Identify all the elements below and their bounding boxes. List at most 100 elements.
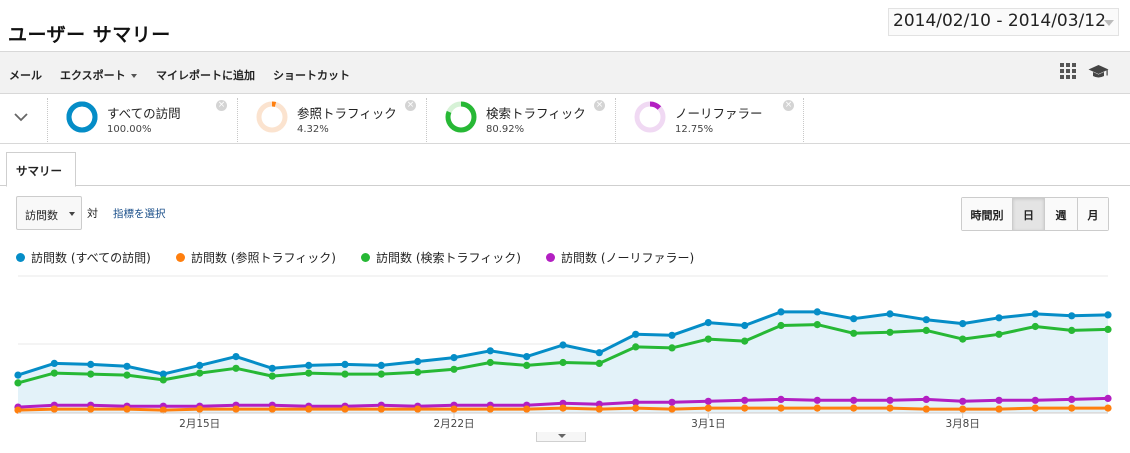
data-point[interactable]: [886, 396, 894, 404]
data-point[interactable]: [959, 320, 967, 328]
data-point[interactable]: [123, 405, 131, 413]
legend-item-all-visits[interactable]: 訪問数 (すべての訪問): [16, 249, 151, 266]
data-point[interactable]: [341, 405, 349, 413]
data-point[interactable]: [777, 395, 785, 403]
data-point[interactable]: [196, 361, 204, 369]
data-point[interactable]: [523, 405, 531, 413]
data-point[interactable]: [305, 361, 313, 369]
data-point[interactable]: [87, 405, 95, 413]
data-point[interactable]: [1031, 396, 1039, 404]
data-point[interactable]: [595, 349, 603, 357]
select-metric-link[interactable]: 指標を選択: [113, 206, 166, 221]
data-point[interactable]: [813, 404, 821, 412]
segment-referral-traffic[interactable]: 参照トラフィック 4.32% ×: [238, 94, 425, 144]
period-day-button[interactable]: 日: [1012, 198, 1044, 230]
data-point[interactable]: [704, 404, 712, 412]
data-point[interactable]: [850, 329, 858, 337]
period-hourly-button[interactable]: 時間別: [962, 198, 1012, 230]
close-icon[interactable]: ×: [783, 100, 794, 111]
data-point[interactable]: [850, 396, 858, 404]
data-point[interactable]: [813, 396, 821, 404]
data-point[interactable]: [87, 370, 95, 378]
data-point[interactable]: [777, 404, 785, 412]
data-point[interactable]: [1031, 404, 1039, 412]
data-point[interactable]: [414, 405, 422, 413]
data-point[interactable]: [813, 321, 821, 329]
date-range-dropdown-icon[interactable]: [1104, 20, 1114, 26]
data-point[interactable]: [741, 404, 749, 412]
data-point[interactable]: [1104, 394, 1112, 402]
data-point[interactable]: [414, 368, 422, 376]
data-point[interactable]: [450, 354, 458, 362]
data-point[interactable]: [741, 337, 749, 345]
data-point[interactable]: [50, 405, 58, 413]
data-point[interactable]: [850, 315, 858, 323]
data-point[interactable]: [1068, 326, 1076, 334]
data-point[interactable]: [959, 397, 967, 405]
data-point[interactable]: [995, 330, 1003, 338]
period-month-button[interactable]: 月: [1077, 198, 1108, 230]
data-point[interactable]: [87, 360, 95, 368]
date-range-selector[interactable]: 2014/02/10 - 2014/03/12: [888, 8, 1119, 36]
data-point[interactable]: [704, 397, 712, 405]
close-icon[interactable]: ×: [405, 100, 416, 111]
data-point[interactable]: [995, 405, 1003, 413]
data-point[interactable]: [377, 370, 385, 378]
segment-all-visits[interactable]: すべての訪問 100.00% ×: [48, 94, 236, 144]
data-point[interactable]: [341, 370, 349, 378]
data-point[interactable]: [850, 404, 858, 412]
data-point[interactable]: [450, 405, 458, 413]
segments-expand-chevron-icon[interactable]: [14, 110, 28, 124]
data-point[interactable]: [922, 326, 930, 334]
graduation-cap-icon[interactable]: [1088, 64, 1109, 80]
data-point[interactable]: [377, 405, 385, 413]
data-point[interactable]: [268, 405, 276, 413]
data-point[interactable]: [668, 405, 676, 413]
data-point[interactable]: [50, 369, 58, 377]
data-point[interactable]: [377, 361, 385, 369]
close-icon[interactable]: ×: [216, 100, 227, 111]
data-point[interactable]: [1068, 404, 1076, 412]
shortcut-button[interactable]: ショートカット: [273, 67, 350, 83]
data-point[interactable]: [995, 314, 1003, 322]
data-point[interactable]: [886, 328, 894, 336]
data-point[interactable]: [1104, 404, 1112, 412]
legend-item-search[interactable]: 訪問数 (検索トラフィック): [361, 249, 521, 266]
chart-resize-handle[interactable]: [536, 432, 586, 442]
tab-summary[interactable]: サマリー: [6, 152, 76, 187]
data-point[interactable]: [559, 404, 567, 412]
data-point[interactable]: [959, 335, 967, 343]
data-point[interactable]: [886, 404, 894, 412]
data-point[interactable]: [595, 405, 603, 413]
legend-item-direct[interactable]: 訪問数 (ノーリファラー): [546, 249, 694, 266]
data-point[interactable]: [704, 319, 712, 327]
data-point[interactable]: [668, 398, 676, 406]
data-point[interactable]: [632, 343, 640, 351]
data-point[interactable]: [741, 321, 749, 330]
data-point[interactable]: [159, 376, 167, 384]
data-point[interactable]: [1068, 312, 1076, 320]
data-point[interactable]: [995, 396, 1003, 404]
data-point[interactable]: [1104, 311, 1112, 319]
data-point[interactable]: [523, 353, 531, 361]
data-point[interactable]: [196, 369, 204, 377]
data-point[interactable]: [595, 359, 603, 367]
data-point[interactable]: [232, 353, 240, 361]
data-point[interactable]: [1031, 310, 1039, 318]
data-point[interactable]: [922, 316, 930, 324]
legend-item-referral[interactable]: 訪問数 (参照トラフィック): [175, 249, 336, 266]
metric-select[interactable]: 訪問数: [16, 196, 82, 230]
data-point[interactable]: [486, 347, 494, 355]
data-point[interactable]: [450, 365, 458, 373]
data-point[interactable]: [196, 405, 204, 413]
data-point[interactable]: [123, 362, 131, 370]
data-point[interactable]: [886, 310, 894, 318]
data-point[interactable]: [922, 395, 930, 403]
data-point[interactable]: [668, 331, 676, 339]
data-point[interactable]: [268, 364, 276, 372]
data-point[interactable]: [123, 371, 131, 379]
data-point[interactable]: [486, 405, 494, 413]
email-button[interactable]: メール: [9, 67, 42, 83]
data-point[interactable]: [486, 358, 494, 367]
segment-direct-traffic[interactable]: ノーリファラー 12.75% ×: [616, 94, 802, 144]
